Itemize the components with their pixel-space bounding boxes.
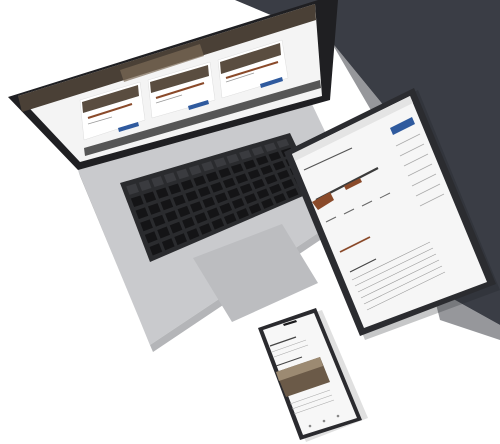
mockup-illustration	[8, 0, 500, 442]
phone	[258, 308, 368, 442]
device-mockup-scene	[0, 0, 500, 444]
